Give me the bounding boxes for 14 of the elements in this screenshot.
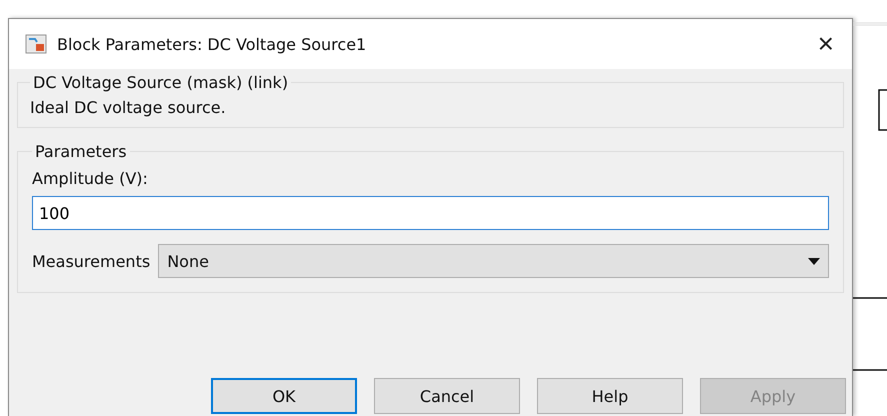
dialog-button[interactable]: OK [211, 378, 357, 414]
field-label: Measurements [32, 252, 150, 270]
dialog-button[interactable]: Help [537, 378, 683, 414]
amplitude-field[interactable]: 100 [32, 196, 829, 230]
measurements-dropdown[interactable]: None [158, 244, 829, 278]
block-icon [25, 34, 47, 54]
field-label: Amplitude (V): [32, 169, 149, 188]
close-button[interactable]: × [810, 30, 842, 58]
window-title: Block Parameters: DC Voltage Source1 [57, 34, 368, 54]
dialog-button[interactable]: Cancel [374, 378, 520, 414]
caret-icon [808, 258, 820, 264]
group-title: Parameters [34, 142, 128, 161]
description-text: Ideal DC voltage source. [30, 98, 227, 117]
group-title: DC Voltage Source (mask) (link) [32, 73, 290, 92]
